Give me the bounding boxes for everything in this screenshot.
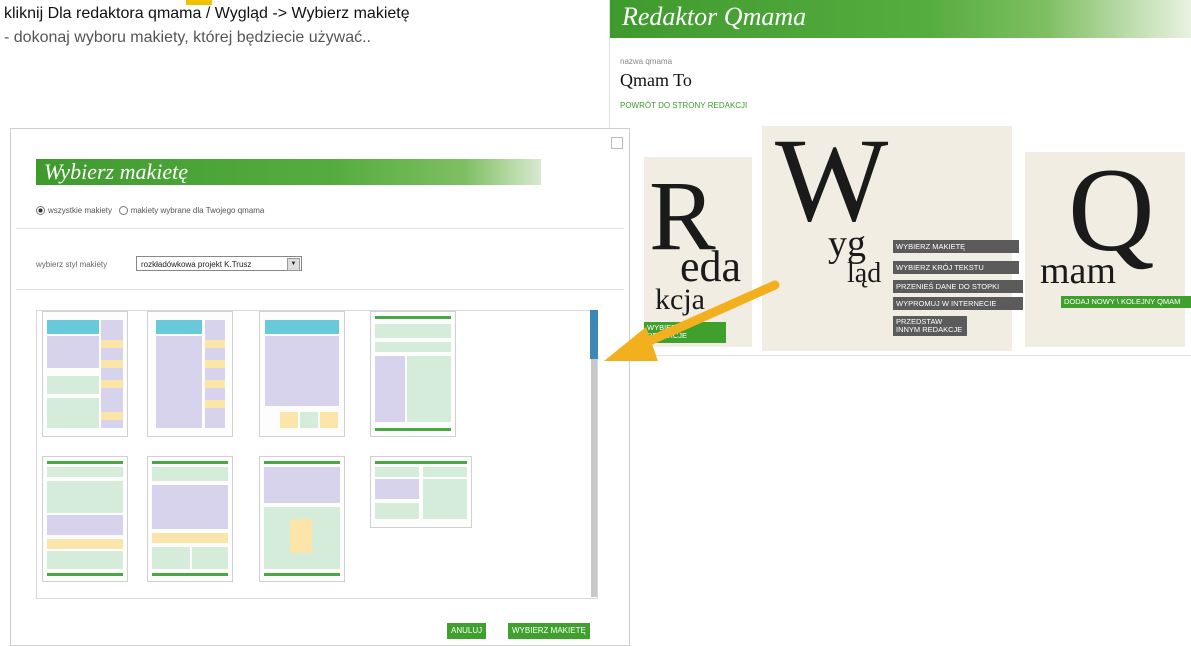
dialog-title-bar: Wybierz makietę: [36, 159, 541, 185]
style-select[interactable]: rozkładówkowa projekt K.Trusz ▼: [136, 256, 302, 271]
radio-selected-layouts[interactable]: [118, 206, 128, 216]
qmam-mam: mam: [1040, 250, 1116, 292]
menu-wybierz-kroj[interactable]: WYBIERZ KRÓJ TEKSTU: [893, 261, 1019, 274]
menu-przedstaw[interactable]: PRZEDSTAW INNYM REDAKCJE: [893, 316, 967, 336]
layout-thumbnail-4[interactable]: [370, 311, 456, 437]
layout-grid: [36, 310, 598, 599]
layout-thumbnail-6[interactable]: [147, 456, 233, 582]
layout-thumbnail-5[interactable]: [42, 456, 128, 582]
divider: [16, 228, 624, 229]
layout-thumbnail-1[interactable]: [42, 311, 128, 437]
layout-thumbnail-3[interactable]: [259, 311, 345, 437]
wyglad-letter-w: W: [775, 113, 889, 246]
style-select-value: rozkładówkowa projekt K.Trusz: [141, 260, 252, 269]
wyglad-lad: ląd: [847, 258, 882, 289]
layout-thumbnail-7[interactable]: [259, 456, 345, 582]
qmam-name: Qmam To: [620, 70, 692, 90]
scrollbar-thumb[interactable]: [590, 310, 598, 359]
editor-title: Redaktor Qmama: [622, 2, 807, 31]
menu-przenies-dane[interactable]: PRZENIEŚ DANE DO STOPKI: [893, 280, 1023, 293]
menu-wypromuj[interactable]: WYPROMUJ W INTERNECIE: [893, 297, 1023, 310]
close-icon[interactable]: [611, 137, 623, 149]
radio-all-layouts[interactable]: [36, 206, 45, 216]
chevron-down-icon[interactable]: ▼: [287, 258, 300, 271]
instruction-line-2: - dokonaj wyboru makiety, której będziec…: [4, 29, 371, 46]
editor-banner: Redaktor Qmama: [610, 0, 1191, 38]
style-label: wybierz styl makiety: [36, 260, 108, 269]
layout-thumbnail-2[interactable]: [147, 311, 233, 437]
pointer-arrow-icon: [604, 280, 780, 361]
instruction-line-1: kliknij Dla redaktora qmama / Wygląd -> …: [4, 5, 410, 22]
dodaj-qmam-button[interactable]: DODAJ NOWY \ KOLEJNY QMAM: [1061, 296, 1191, 309]
radio-selected-label: makiety wybrane dla Twojego qmama: [130, 206, 265, 215]
dialog-title: Wybierz makietę: [44, 159, 188, 184]
choose-layout-dialog: Wybierz makietę wszystkie makiety makiet…: [10, 128, 630, 646]
name-label: nazwa qmama: [620, 57, 673, 66]
divider: [16, 289, 624, 290]
choose-layout-button[interactable]: WYBIERZ MAKIETĘ: [508, 623, 590, 639]
highlight-mark: [186, 0, 212, 5]
radio-all-label: wszystkie makiety: [48, 206, 113, 215]
instruction-text: kliknij Dla redaktora qmama / Wygląd -> …: [4, 0, 410, 50]
menu-wybierz-makiete[interactable]: WYBIERZ MAKIETĘ: [893, 240, 1019, 253]
layout-filter: wszystkie makiety makiety wybrane dla Tw…: [36, 206, 265, 216]
cancel-button[interactable]: ANULUJ: [447, 623, 487, 639]
back-link[interactable]: POWRÓT DO STRONY REDAKCJI: [620, 101, 747, 110]
layout-thumbnail-8[interactable]: [370, 456, 472, 528]
